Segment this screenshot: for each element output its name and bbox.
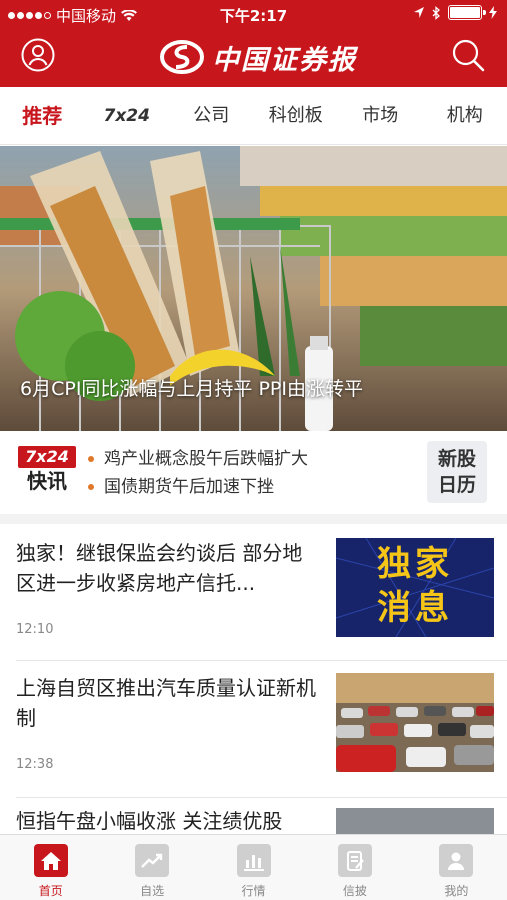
nav-watchlist[interactable]: 自选 xyxy=(101,835,202,900)
tab-institution[interactable]: 机构 xyxy=(423,87,507,145)
profile-icon xyxy=(439,844,474,877)
status-bar: 中国移动 下午2:17 xyxy=(0,0,507,28)
charging-icon xyxy=(489,6,497,19)
thumb-text: 消息 xyxy=(377,588,453,628)
bullet-icon xyxy=(88,456,94,462)
flash-news: 7x24 快讯 鸡产业概念股午后跌幅扩大 国债期货午后加速下挫 新股 日历 xyxy=(0,431,507,514)
bluetooth-icon xyxy=(432,5,440,20)
hero-banner[interactable]: 6月CPI同比涨幅与上月持平 PPI由涨转平 xyxy=(0,146,507,431)
trend-icon xyxy=(135,844,170,877)
flash-word: 快讯 xyxy=(27,469,67,493)
nav-label: 我的 xyxy=(444,884,469,898)
news-item[interactable]: 上海自贸区推出汽车质量认证新机制 12:38 xyxy=(0,661,507,797)
nav-disclosure[interactable]: 信披 xyxy=(304,835,405,900)
nav-home[interactable]: 首页 xyxy=(0,835,101,900)
flash-item-text: 国债期货午后加速下挫 xyxy=(104,477,274,497)
app-header: 中国移动 下午2:17 中国证券报 xyxy=(0,0,507,87)
bar-chart-icon xyxy=(236,844,271,877)
tab-star-market[interactable]: 科创板 xyxy=(254,87,339,145)
flash-badge: 7x24 xyxy=(18,446,76,468)
bottom-navigation: 首页 自选 行情 信披 我的 xyxy=(0,834,507,900)
flash-list: 鸡产业概念股午后跌幅扩大 国债期货午后加速下挫 xyxy=(88,445,418,501)
ipo-line2: 日历 xyxy=(437,474,476,496)
ipo-calendar-button[interactable]: 新股 日历 xyxy=(427,441,487,503)
location-icon xyxy=(414,7,424,18)
logo-text: 中国证券报 xyxy=(212,44,357,76)
news-title: 独家！继银保监会约谈后 部分地区进一步收紧房地产信托... xyxy=(16,541,303,595)
ipo-line1: 新股 xyxy=(437,448,476,470)
news-item[interactable]: 独家！继银保监会约谈后 部分地区进一步收紧房地产信托... 12:10 独家 消… xyxy=(0,524,507,660)
bullet-icon xyxy=(88,484,94,490)
nav-me[interactable]: 我的 xyxy=(406,835,507,900)
home-icon xyxy=(33,844,68,877)
thumb-text: 独家 xyxy=(377,544,453,584)
logo-mark-icon xyxy=(160,40,204,74)
flash-logo[interactable]: 7x24 快讯 xyxy=(18,446,76,494)
news-time: 12:10 xyxy=(16,622,54,637)
tab-market[interactable]: 市场 xyxy=(338,87,423,145)
news-time: 12:38 xyxy=(16,757,54,772)
news-title: 恒指午盘小幅收涨 关注绩优股 xyxy=(16,809,283,833)
news-thumbnail: 独家 消息 xyxy=(336,538,494,637)
category-tabs: 推荐 7x24 公司 科创板 市场 机构 xyxy=(0,87,507,145)
tab-recommend[interactable]: 推荐 xyxy=(0,87,85,145)
nav-label: 行情 xyxy=(241,884,266,898)
search-button[interactable] xyxy=(451,38,485,72)
battery-icon xyxy=(448,5,486,20)
flash-item-text: 鸡产业概念股午后跌幅扩大 xyxy=(104,449,308,469)
nav-label: 自选 xyxy=(140,884,165,898)
tab-7x24[interactable]: 7x24 xyxy=(85,87,170,145)
news-thumbnail xyxy=(336,673,494,772)
section-separator xyxy=(0,514,507,524)
nav-quotes[interactable]: 行情 xyxy=(203,835,304,900)
document-icon xyxy=(337,844,372,877)
news-title: 上海自贸区推出汽车质量认证新机制 xyxy=(16,676,316,730)
nav-label: 首页 xyxy=(38,884,63,898)
app-logo: 中国证券报 xyxy=(160,38,357,76)
flash-item[interactable]: 鸡产业概念股午后跌幅扩大 xyxy=(88,445,418,473)
news-item[interactable]: 恒指午盘小幅收涨 关注绩优股 xyxy=(0,798,507,834)
nav-label: 信披 xyxy=(342,884,367,898)
user-profile-button[interactable] xyxy=(21,38,55,72)
hero-caption: 6月CPI同比涨幅与上月持平 PPI由涨转平 xyxy=(20,378,363,400)
flash-item[interactable]: 国债期货午后加速下挫 xyxy=(88,473,418,501)
tab-company[interactable]: 公司 xyxy=(169,87,254,145)
news-thumbnail xyxy=(336,808,494,834)
